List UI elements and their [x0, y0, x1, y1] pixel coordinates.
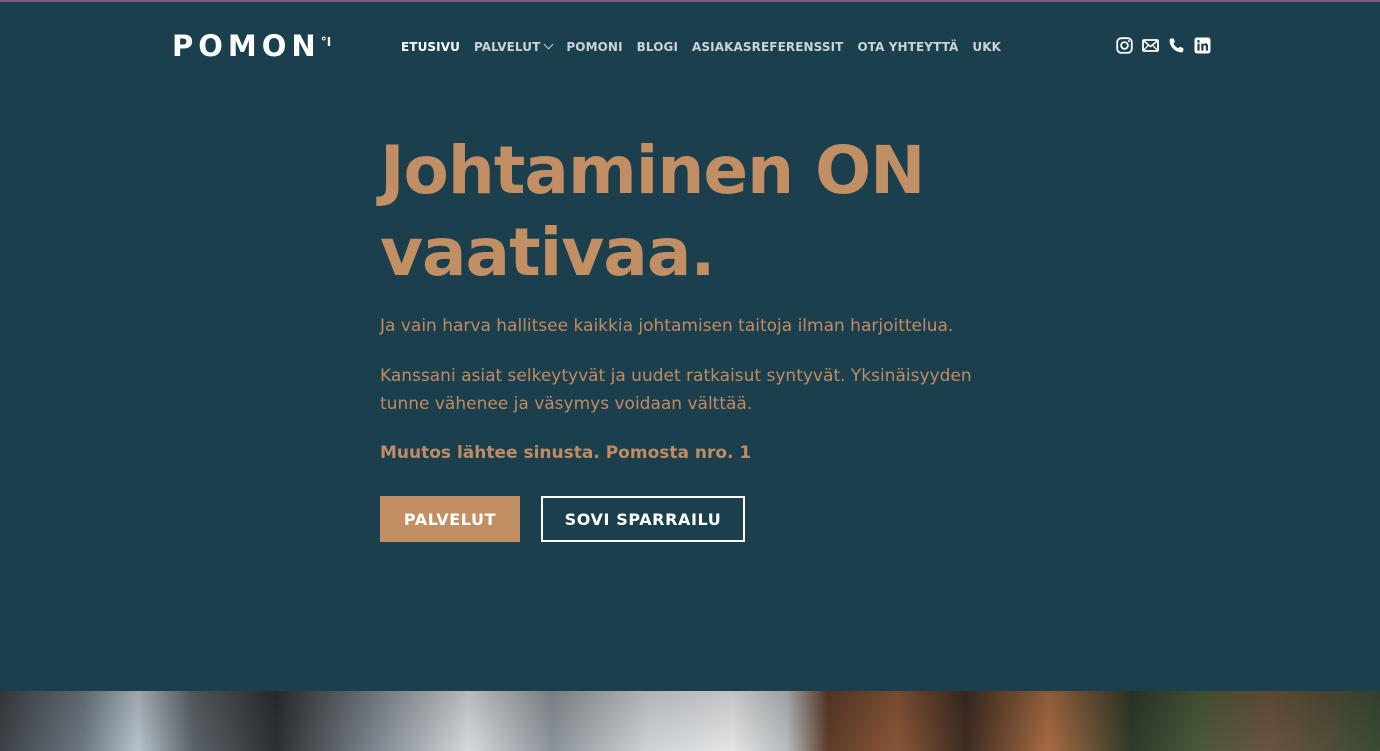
social-links: [1116, 37, 1211, 54]
hero-paragraph-tagline: Muutos lähtee sinusta. Pomosta nro. 1: [380, 443, 752, 463]
mail-icon[interactable]: [1142, 37, 1159, 54]
instagram-icon[interactable]: [1116, 37, 1133, 54]
linkedin-icon[interactable]: [1194, 37, 1211, 54]
palvelut-button[interactable]: PALVELUT: [380, 496, 520, 542]
nav-item-palvelut-label: PALVELUT: [473, 40, 541, 54]
nav-item-palvelut[interactable]: PALVELUT: [473, 39, 554, 55]
site-logo[interactable]: POMON°I: [172, 30, 331, 62]
nav-item-pomoni[interactable]: POMONI: [566, 39, 622, 55]
nav-item-blogi[interactable]: BLOGI: [637, 39, 678, 55]
chevron-down-icon: [543, 39, 554, 49]
logo-text: POMON: [172, 29, 321, 63]
hero-title: Johtaminen ON vaativaa.: [380, 130, 1000, 294]
hero-paragraph-intro: Ja vain harva hallitsee kaikkia johtamis…: [380, 316, 954, 336]
hero-photo: [0, 691, 1380, 751]
nav-item-ukk[interactable]: UKK: [972, 39, 1001, 55]
sovi-sparrailu-button[interactable]: SOVI SPARRAILU: [541, 496, 745, 542]
site-header: POMON°I ETUSIVU PALVELUT POMONI BLOGI AS…: [0, 2, 1380, 90]
phone-icon[interactable]: [1168, 37, 1185, 54]
hero-section: Johtaminen ON vaativaa. Ja vain harva ha…: [380, 130, 1000, 542]
main-nav: ETUSIVU PALVELUT POMONI BLOGI ASIAKASREF…: [401, 39, 1001, 55]
logo-superscript: °I: [320, 35, 332, 49]
hero-title-line2: vaativaa.: [380, 214, 715, 291]
nav-item-ota-yhteytta[interactable]: OTA YHTEYTTÄ: [857, 39, 958, 55]
hero-paragraph-description: Kanssani asiat selkeytyvät ja uudet ratk…: [380, 366, 972, 414]
hero-buttons: PALVELUT SOVI SPARRAILU: [380, 496, 745, 542]
nav-item-asiakasreferenssit[interactable]: ASIAKASREFERENSSIT: [692, 39, 843, 55]
hero-title-line1: Johtaminen ON: [380, 132, 925, 209]
nav-item-etusivu[interactable]: ETUSIVU: [401, 39, 460, 55]
